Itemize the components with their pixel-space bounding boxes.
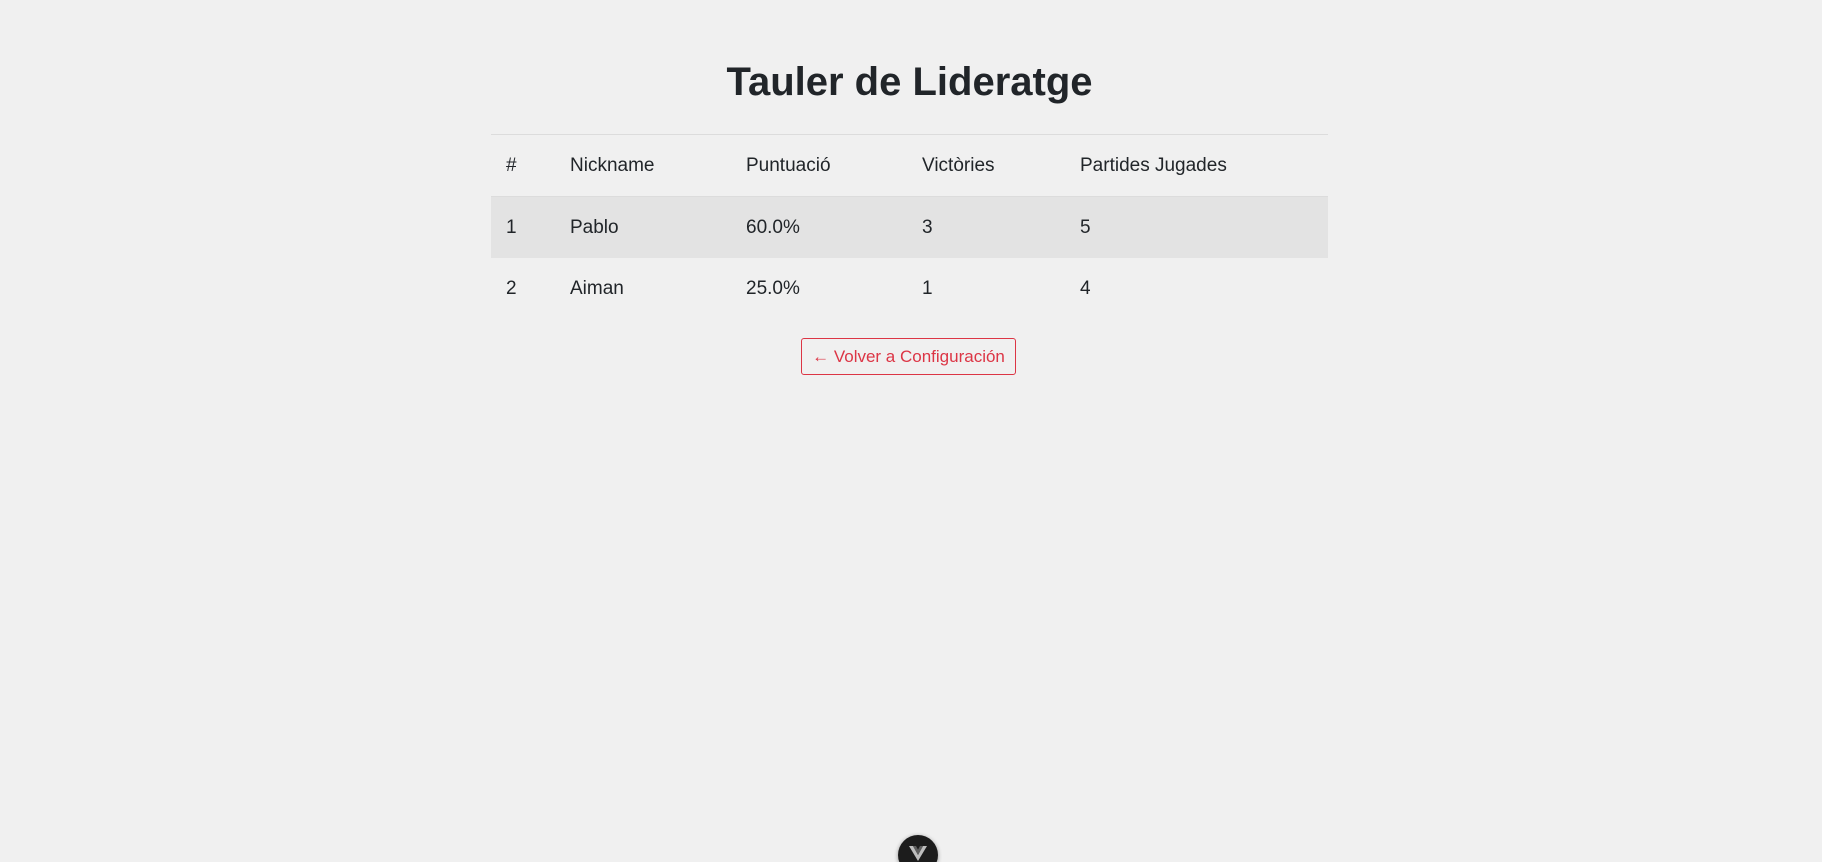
leaderboard-table: # Nickname Puntuació Victòries Partides …: [491, 134, 1328, 319]
header-row: # Nickname Puntuació Victòries Partides …: [491, 134, 1328, 197]
page: Tauler de Lideratge # Nickname Puntuació…: [0, 0, 1822, 862]
cell-wins: 1: [922, 277, 933, 299]
cell-nickname: Pablo: [570, 216, 619, 238]
column-header-nickname: Nickname: [570, 154, 655, 176]
table-header: # Nickname Puntuació Victòries Partides …: [491, 134, 1328, 197]
vue-logo-icon: [909, 846, 927, 861]
devtools-toggle-button[interactable]: [898, 835, 938, 862]
cell-rank: 1: [506, 216, 517, 238]
table-row: 1 Pablo 60.0% 3 5: [491, 196, 1328, 258]
cell-wins: 3: [922, 216, 933, 238]
column-header-score: Puntuació: [746, 154, 831, 176]
table-row: 2 Aiman 25.0% 1 4: [491, 258, 1328, 319]
column-header-wins: Victòries: [922, 154, 995, 176]
cell-score: 25.0%: [746, 277, 800, 299]
cell-rank: 2: [506, 277, 517, 299]
cell-score: 60.0%: [746, 216, 800, 238]
cell-played: 4: [1080, 277, 1091, 299]
column-header-rank: #: [506, 154, 517, 176]
table-body: 1 Pablo 60.0% 3 5 2 Aiman 25.0% 1 4: [491, 196, 1328, 320]
column-header-played: Partides Jugades: [1080, 154, 1227, 176]
cell-nickname: Aiman: [570, 277, 624, 299]
cell-played: 5: [1080, 216, 1091, 238]
back-to-config-button[interactable]: ← Volver a Configuración: [801, 338, 1016, 375]
page-title: Tauler de Lideratge: [726, 60, 1093, 104]
